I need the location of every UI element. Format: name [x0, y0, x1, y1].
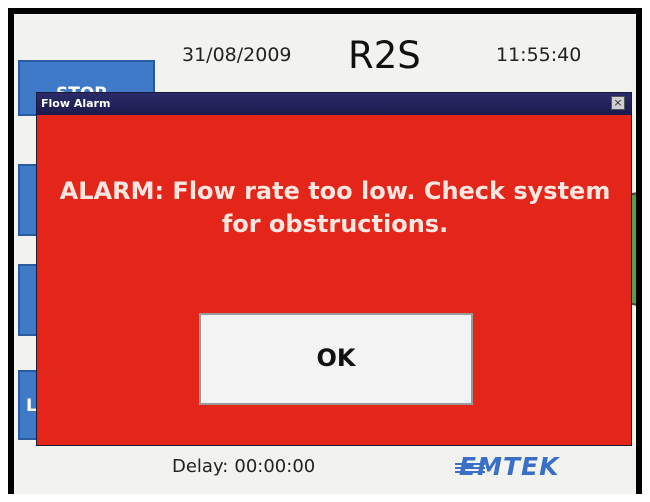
- delay-label: Delay:: [172, 456, 229, 477]
- alarm-message: ALARM: Flow rate too low. Check system f…: [59, 177, 611, 238]
- dialog-title: Flow Alarm: [41, 97, 111, 110]
- dialog-titlebar: Flow Alarm ×: [37, 93, 631, 115]
- flow-alarm-dialog: Flow Alarm × ALARM: Flow rate too low. C…: [36, 92, 632, 446]
- close-icon[interactable]: ×: [611, 96, 625, 110]
- time-display: 11:55:40: [496, 44, 582, 66]
- delay-value: 00:00:00: [234, 456, 316, 477]
- hmi-screen: 31/08/2009 R2S 11:55:40 STOP L Delay:00:…: [14, 14, 636, 494]
- delay-readout: Delay: 00:00:00: [172, 456, 315, 477]
- brand-logo: EMTEK: [459, 452, 560, 481]
- unit-name: R2S: [348, 34, 421, 77]
- ok-button[interactable]: OK: [199, 313, 473, 405]
- date-display: 31/08/2009: [182, 44, 292, 66]
